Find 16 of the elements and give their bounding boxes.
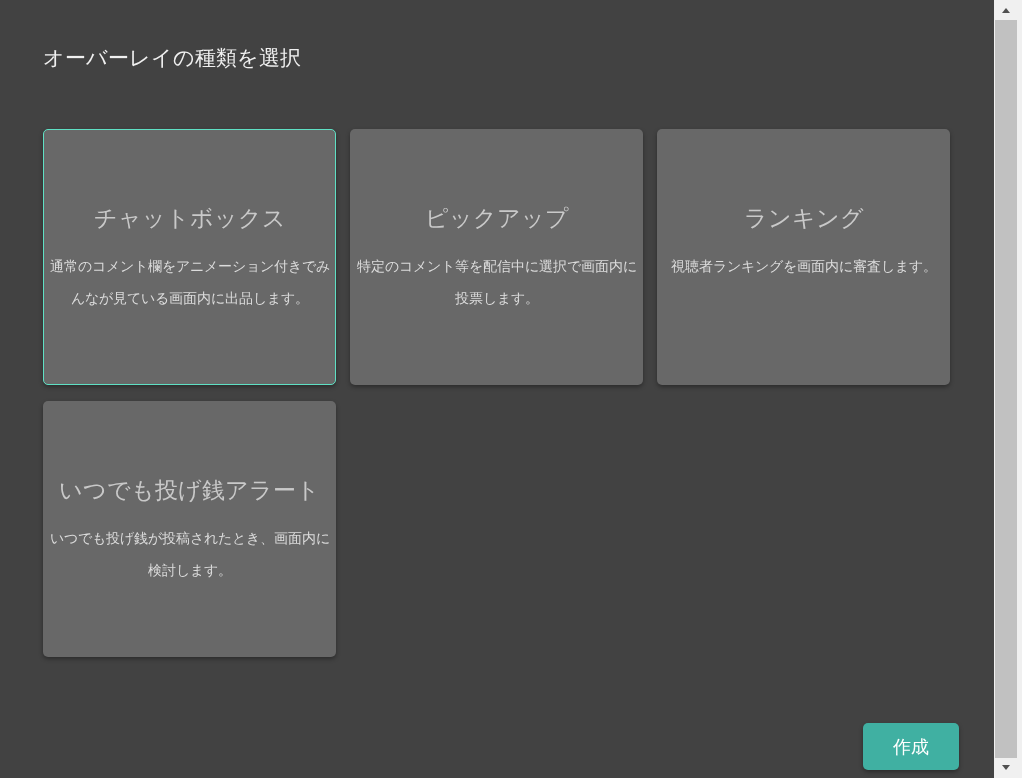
card-description: 視聴者ランキングを画面内に審査します。 [670,257,937,276]
card-description: 通常のコメント欄をアニメーション付きでみんなが見ている画面内に出品します。 [48,257,331,308]
card-title: チャットボックス [93,204,286,233]
create-button[interactable]: 作成 [863,723,959,770]
card-description: 特定のコメント等を配信中に選択で画面内に投票します。 [355,257,638,308]
overlay-type-card[interactable]: ランキング 視聴者ランキングを画面内に審査します。 [657,129,950,385]
card-title: いつでも投げ銭アラート [59,476,320,505]
scrollbar-thumb[interactable] [995,20,1017,758]
dialog-title: オーバーレイの種類を選択 [43,45,302,72]
card-title: ランキング [743,204,864,233]
scrollbar[interactable] [994,0,1022,778]
overlay-type-card[interactable]: いつでも投げ銭アラート いつでも投げ銭が投稿されたとき、画面内に検討します。 [43,401,336,657]
card-title: ピックアップ [424,204,569,233]
overlay-type-card[interactable]: チャットボックス 通常のコメント欄をアニメーション付きでみんなが見ている画面内に出品します。 [43,129,336,385]
overlay-type-card[interactable]: ピックアップ 特定のコメント等を配信中に選択で画面内に投票します。 [350,129,643,385]
card-description: いつでも投げ銭が投稿されたとき、画面内に検討します。 [48,529,331,580]
